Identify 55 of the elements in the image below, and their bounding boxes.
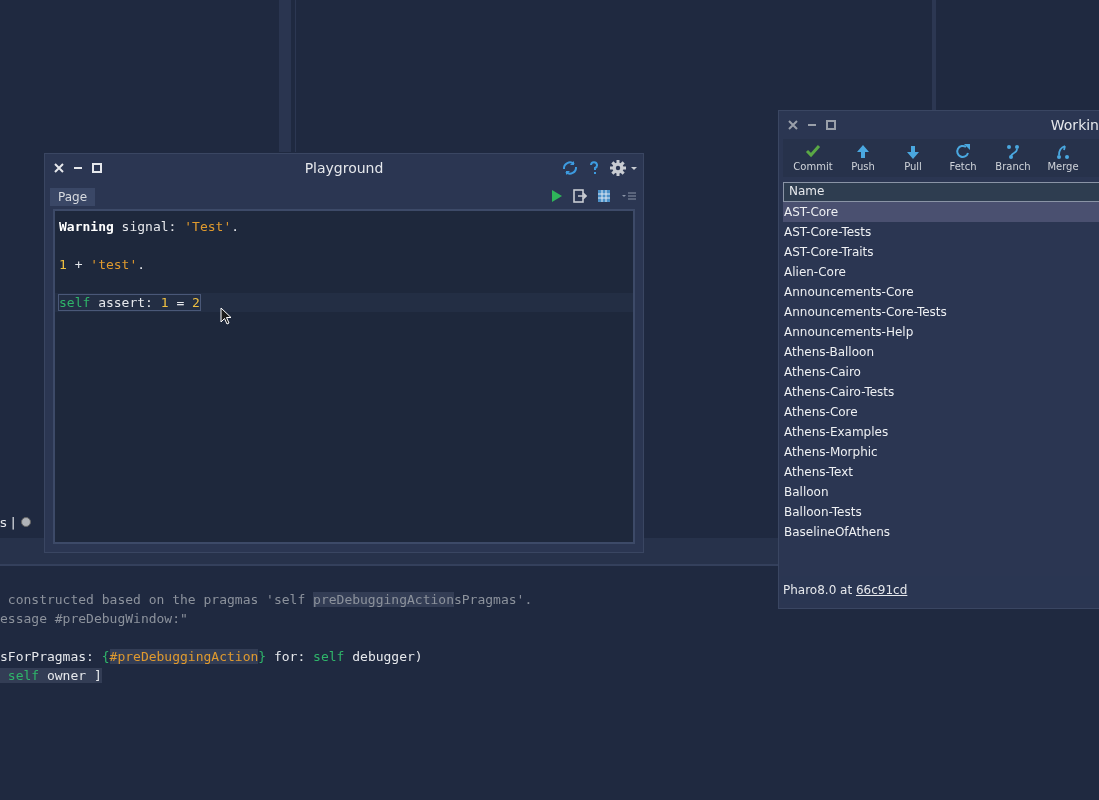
settings-icon[interactable] <box>609 159 637 177</box>
list-item[interactable]: AST-Core-Tests <box>783 222 1099 242</box>
list-item[interactable]: BaselineOfAthens <box>783 522 1099 542</box>
code-line: 1 + 'test'. <box>59 257 146 272</box>
list-item[interactable]: Athens-Cairo-Tests <box>783 382 1099 402</box>
code-line: Warning signal: 'Test'. <box>59 219 240 234</box>
radio-icon[interactable] <box>21 517 32 527</box>
refresh-icon[interactable] <box>955 144 971 160</box>
column-header[interactable]: Name <box>783 182 1099 202</box>
list-item[interactable]: Athens-Morphic <box>783 442 1099 462</box>
refresh-icon[interactable] <box>561 160 579 176</box>
list-item[interactable]: AST-Core <box>783 202 1099 222</box>
up-arrow-icon[interactable] <box>855 144 871 160</box>
maximize-icon[interactable] <box>826 120 836 130</box>
toolbar-button[interactable]: Fetch <box>938 144 988 172</box>
toolbar-button[interactable]: Push <box>838 144 888 172</box>
close-icon[interactable] <box>788 120 798 130</box>
toolbar-button[interactable]: Branch <box>988 144 1038 172</box>
code-line: constructed based on the pragmas 'self preDebuggingActionsPragmas'. <box>6 592 533 607</box>
list-item[interactable]: Athens-Text <box>783 462 1099 482</box>
export-icon[interactable] <box>573 189 587 203</box>
branch-icon[interactable] <box>1005 144 1021 160</box>
code-line: self owner ] <box>0 668 102 683</box>
list-item[interactable]: AST-Core-Traits <box>783 242 1099 262</box>
status-text: Pharo8.0 at <box>783 583 854 597</box>
list-item[interactable]: Athens-Cairo <box>783 362 1099 382</box>
commit-link[interactable]: 66c91cd <box>856 583 908 597</box>
code-line: sForPragmas: {#preDebuggingAction} for: self debugger) <box>0 649 423 664</box>
list-item[interactable]: Athens-Core <box>783 402 1099 422</box>
down-arrow-icon[interactable] <box>905 144 921 160</box>
toolbar-button[interactable]: Commit <box>788 144 838 172</box>
cursor-icon <box>220 307 232 325</box>
list-item[interactable]: Announcements-Core-Tests <box>783 302 1099 322</box>
toolbar-text: s | <box>0 514 16 530</box>
list-item[interactable]: Balloon <box>783 482 1099 502</box>
table-icon[interactable] <box>597 189 611 203</box>
list-item[interactable]: Athens-Balloon <box>783 342 1099 362</box>
toolbar-button[interactable]: Pull <box>888 144 938 172</box>
tab[interactable]: Page <box>50 188 96 206</box>
run-icon[interactable] <box>551 189 563 203</box>
window-title: Workin <box>1050 117 1099 133</box>
toolbar-button[interactable]: Merge <box>1038 144 1088 172</box>
code-editor[interactable]: Warning signal: 'Test'. 1 + 'test'. self assert: 1 = 2 <box>53 209 635 544</box>
list-item[interactable]: Announcements-Core <box>783 282 1099 302</box>
code-line: self assert: 1 = 2 <box>59 295 200 310</box>
scrollbar[interactable] <box>279 0 291 152</box>
window-title: Playground <box>303 160 385 176</box>
help-icon[interactable] <box>589 161 599 175</box>
check-icon[interactable] <box>805 144 821 160</box>
list-item[interactable]: Alien-Core <box>783 262 1099 282</box>
merge-icon[interactable] <box>1055 144 1071 160</box>
code-line: essage #preDebugWindow:" <box>0 611 188 626</box>
list-item[interactable]: Balloon-Tests <box>783 502 1099 522</box>
list-item[interactable]: Announcements-Help <box>783 322 1099 342</box>
list-item[interactable]: Athens-Examples <box>783 422 1099 442</box>
